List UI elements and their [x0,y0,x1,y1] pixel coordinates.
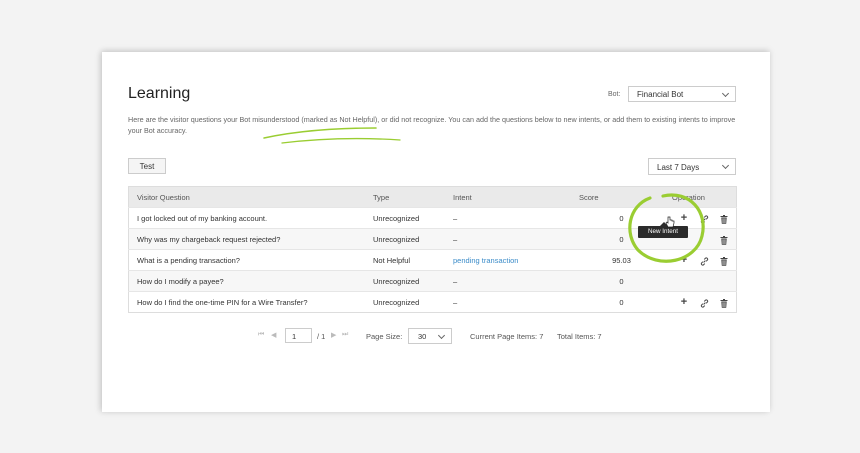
last-page-icon[interactable]: ⏭ [342,331,348,339]
page-size-select[interactable]: 30 [408,328,452,344]
learning-table: Visitor Question Type Intent Score Opera… [128,186,737,313]
cell-intent: – [445,270,571,292]
current-page-items: Current Page Items: 7 [470,332,544,341]
cell-intent: pending transaction [445,249,571,271]
page-total: / 1 [317,332,326,341]
bot-label: Bot: [608,91,621,98]
cell-question: I got locked out of my banking account. [128,207,365,229]
date-range-select[interactable]: Last 7 Days [648,158,736,175]
date-range-value: Last 7 Days [657,163,700,172]
cell-operation: + [664,249,737,271]
cell-operation [664,270,737,292]
new-intent-tooltip: New Intent [638,222,688,238]
trash-icon[interactable] [718,298,730,308]
cell-question: How do I modify a payee? [128,270,365,292]
test-button[interactable]: Test [128,158,166,174]
link-icon[interactable] [698,214,710,224]
plus-icon[interactable]: + [678,212,690,224]
next-page-icon[interactable]: ▶ [331,331,336,339]
header-operation: Operation [664,186,737,208]
cell-type: Unrecognized [365,207,445,229]
table-row: What is a pending transaction? Not Helpf… [128,249,737,271]
page-size-label: Page Size: [366,332,403,341]
total-items: Total Items: 7 [557,332,602,341]
prev-page-icon[interactable]: ◀ [271,331,276,339]
cell-type: Unrecognized [365,291,445,313]
trash-icon[interactable] [718,256,730,266]
table-row: How do I find the one-time PIN for a Wir… [128,291,737,313]
table-row: How do I modify a payee? Unrecognized – … [128,270,737,292]
plus-icon[interactable]: + [678,296,690,308]
cell-intent: – [445,228,571,250]
caret-down-icon [437,331,446,340]
trash-icon[interactable] [718,235,730,245]
trash-icon[interactable] [718,214,730,224]
bot-select-value: Financial Bot [637,90,684,99]
header-intent[interactable]: Intent [445,186,571,208]
page-title: Learning [128,85,191,102]
intent-link[interactable]: pending transaction [453,256,518,265]
cell-type: Unrecognized [365,270,445,292]
first-page-icon[interactable]: ⏮ [258,331,264,339]
cell-intent: – [445,207,571,229]
header-type[interactable]: Type [365,186,445,208]
table-header-row: Visitor Question Type Intent Score Opera… [128,186,737,208]
cell-type: Not Helpful [365,249,445,271]
caret-down-icon [721,89,730,98]
page-number-input[interactable]: 1 [285,328,312,343]
cell-intent: – [445,291,571,313]
cell-score: 0 [571,270,664,292]
cell-score: 95.03 [571,249,664,271]
cell-operation: + [664,291,737,313]
cell-question: How do I find the one-time PIN for a Wir… [128,291,365,313]
plus-icon[interactable]: + [678,254,690,266]
cell-score: 0 [571,291,664,313]
link-icon[interactable] [698,256,710,266]
page-size-value: 30 [418,332,427,341]
bot-select[interactable]: Financial Bot [628,86,736,102]
cell-question: What is a pending transaction? [128,249,365,271]
cell-question: Why was my chargeback request rejected? [128,228,365,250]
header-visitor-question[interactable]: Visitor Question [128,186,365,208]
page-description: Here are the visitor questions your Bot … [128,115,736,135]
caret-down-icon [721,161,730,170]
link-icon[interactable] [698,298,710,308]
cell-type: Unrecognized [365,228,445,250]
header-score[interactable]: Score [571,186,664,208]
